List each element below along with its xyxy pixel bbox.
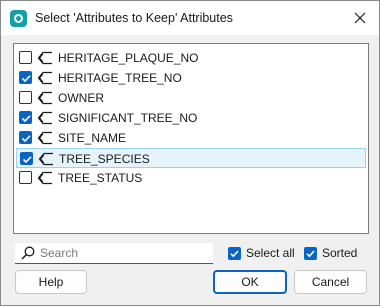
attribute-label: OWNER bbox=[58, 91, 104, 105]
attribute-label: SIGNIFICANT_TREE_NO bbox=[58, 111, 198, 125]
attribute-icon bbox=[38, 152, 53, 166]
attribute-icon bbox=[37, 171, 52, 185]
attribute-row[interactable]: OWNER bbox=[16, 88, 366, 108]
attribute-row[interactable]: TREE_STATUS bbox=[16, 168, 366, 188]
close-button[interactable] bbox=[345, 3, 375, 33]
attribute-row[interactable]: SIGNIFICANT_TREE_NO bbox=[16, 108, 366, 128]
dialog-window: Select 'Attributes to Keep' Attributes H… bbox=[0, 0, 380, 306]
dialog-title: Select 'Attributes to Keep' Attributes bbox=[35, 11, 233, 25]
attribute-label: HERITAGE_PLAQUE_NO bbox=[58, 51, 199, 65]
select-all-checkbox[interactable]: Select all bbox=[228, 245, 295, 261]
select-all-label: Select all bbox=[246, 246, 295, 260]
attribute-label: SITE_NAME bbox=[58, 131, 127, 145]
cancel-button[interactable]: Cancel bbox=[294, 270, 367, 294]
ok-button[interactable]: OK bbox=[213, 270, 287, 294]
unchecked-checkbox[interactable] bbox=[19, 91, 32, 104]
attribute-icon bbox=[37, 91, 52, 105]
search-box[interactable] bbox=[15, 243, 213, 264]
unchecked-checkbox[interactable] bbox=[19, 171, 32, 184]
search-icon bbox=[21, 246, 35, 260]
checked-checkbox[interactable] bbox=[19, 131, 32, 144]
title-bar: Select 'Attributes to Keep' Attributes bbox=[1, 1, 379, 35]
close-icon bbox=[354, 12, 366, 24]
attribute-label: TREE_STATUS bbox=[58, 171, 143, 185]
sorted-checkbox[interactable]: Sorted bbox=[304, 245, 357, 261]
attribute-row[interactable]: HERITAGE_PLAQUE_NO bbox=[16, 48, 366, 68]
checked-checkbox[interactable] bbox=[19, 71, 32, 84]
attribute-row[interactable]: HERITAGE_TREE_NO bbox=[16, 68, 366, 88]
attribute-icon bbox=[37, 71, 52, 85]
attribute-row[interactable]: TREE_SPECIES bbox=[16, 148, 366, 168]
unchecked-checkbox[interactable] bbox=[19, 51, 32, 64]
attribute-row[interactable]: SITE_NAME bbox=[16, 128, 366, 148]
checked-checkbox[interactable] bbox=[20, 152, 33, 165]
checked-checkbox[interactable] bbox=[19, 111, 32, 124]
search-input[interactable] bbox=[40, 244, 210, 262]
attribute-icon bbox=[37, 111, 52, 125]
attribute-icon bbox=[37, 51, 52, 65]
sorted-check-icon bbox=[304, 246, 317, 260]
attribute-list[interactable]: HERITAGE_PLAQUE_NO HERITAGE_TREE_NO OWNER S… bbox=[13, 43, 369, 234]
app-logo-icon bbox=[10, 10, 27, 27]
attribute-label: TREE_SPECIES bbox=[59, 152, 150, 166]
help-button[interactable]: Help bbox=[15, 270, 87, 294]
sorted-label: Sorted bbox=[322, 246, 358, 260]
attribute-icon bbox=[37, 131, 52, 145]
attribute-label: HERITAGE_TREE_NO bbox=[58, 71, 182, 85]
select-all-check-icon bbox=[228, 246, 241, 260]
